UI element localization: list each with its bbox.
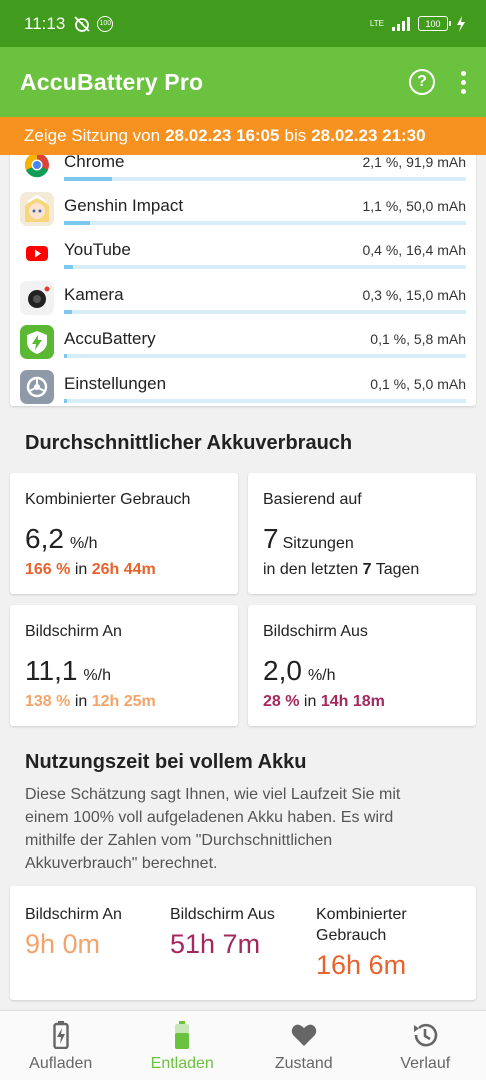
screen-on-card: Bildschirm An 11,1 %/h 138 % in 12h 25m	[10, 605, 238, 726]
combined-usage-card: Kombinierter Gebrauch 6,2 %/h 166 % in 26…	[10, 473, 238, 594]
usage-bar	[64, 177, 466, 181]
app-name: Genshin Impact	[64, 196, 184, 215]
network-type: LTE	[369, 18, 384, 28]
battery-discharging-icon	[174, 1021, 190, 1049]
full-screen-off-value: 51h 7m	[170, 929, 261, 959]
session-end: 28.02.23 21:30	[311, 126, 426, 145]
usage-bar-fill	[64, 399, 67, 403]
card-label: Bildschirm Aus	[263, 623, 368, 640]
screen-off-rate: 2,0 %/h	[263, 655, 336, 686]
app-value: 0,1 %, 5,0 mAh	[370, 376, 466, 392]
app-row[interactable]: AccuBattery 0,1 %, 5,8 mAh	[10, 317, 476, 361]
screen-off-detail: 28 % in 14h 18m	[263, 693, 385, 710]
app-value: 0,3 %, 15,0 mAh	[362, 287, 466, 303]
sessions-detail: in den letzten 7 Tagen	[263, 561, 420, 578]
nav-label: Entladen	[150, 1055, 214, 1072]
app-row[interactable]: YouTube 0,4 %, 16,4 mAh	[10, 228, 476, 272]
usage-bar-fill	[64, 310, 73, 314]
battery-status-icon: 100	[418, 16, 451, 31]
full-charge-description: Diese Schätzung sagt Ihnen, wie viel Lau…	[25, 786, 401, 872]
app-name: AccuBattery	[64, 329, 156, 348]
usage-bar	[64, 399, 466, 403]
screen-off-card: Bildschirm Aus 2,0 %/h 28 % in 14h 18m	[248, 605, 476, 726]
app-value: 2,1 %, 91,9 mAh	[362, 154, 466, 170]
app-value: 0,1 %, 5,8 mAh	[370, 331, 466, 347]
nav-zustand[interactable]: Zustand	[243, 1011, 365, 1080]
full-combined-value: 16h 6m	[316, 950, 407, 980]
app-row[interactable]: Genshin Impact 1,1 %, 50,0 mAh	[10, 184, 476, 228]
app-name: YouTube	[64, 240, 131, 259]
history-icon	[411, 1021, 439, 1049]
full-combined: Kombinierter Gebrauch 16h 6m	[316, 904, 466, 981]
battery-charging-icon	[53, 1021, 69, 1049]
app-row[interactable]: Einstellungen 0,1 %, 5,0 mAh	[10, 362, 476, 406]
usage-bar	[64, 354, 466, 358]
usage-bar-fill	[64, 354, 68, 358]
app-name: Einstellungen	[64, 374, 167, 393]
nav-verlauf[interactable]: Verlauf	[365, 1011, 486, 1080]
full-screen-on-value: 9h 0m	[25, 929, 101, 959]
screen-on-rate: 11,1 %/h	[25, 655, 111, 686]
full-charge-title: Nutzungszeit bei vollem Akku	[25, 751, 307, 773]
camera-icon	[20, 281, 54, 315]
usage-bar	[64, 310, 466, 314]
youtube-icon	[20, 236, 54, 270]
genshin-impact-icon	[20, 192, 54, 226]
combined-rate: 6,2 %/h	[25, 523, 98, 554]
avg-usage-title: Durchschnittlicher Akkuverbrauch	[25, 432, 353, 454]
screen-on-detail: 138 % in 12h 25m	[25, 693, 156, 710]
settings-icon	[20, 370, 54, 404]
usage-bar-fill	[64, 177, 113, 181]
card-label: Bildschirm An	[25, 623, 122, 640]
alarm-off-icon	[74, 15, 90, 32]
help-circle-icon[interactable]: ?	[409, 69, 435, 95]
usage-bar	[64, 221, 466, 225]
usage-bar-fill	[64, 221, 91, 225]
full-screen-on: Bildschirm An 9h 0m	[25, 904, 165, 960]
more-vert-icon[interactable]	[461, 70, 466, 94]
combined-detail: 166 % in 26h 44m	[25, 561, 156, 578]
nav-label: Aufladen	[29, 1055, 93, 1072]
status-bar: 11:13 100 LTE 100	[0, 0, 486, 47]
accubattery-icon	[20, 325, 54, 359]
heart-icon	[291, 1021, 317, 1049]
full-charge-card: Bildschirm An 9h 0m Bildschirm Aus 51h 7…	[10, 886, 476, 1000]
app-usage-card: Chrome 2,1 %, 91,9 mAh Genshin Impact 1,…	[10, 140, 476, 406]
nav-label: Zustand	[274, 1055, 333, 1072]
nav-aufladen[interactable]: Aufladen	[0, 1011, 122, 1080]
session-banner[interactable]: Zeige Sitzung von 28.02.23 16:05 bis 28.…	[0, 117, 486, 155]
app-bar: AccuBattery Pro ?	[0, 47, 486, 117]
nav-label: Verlauf	[400, 1055, 451, 1072]
based-on-card: Basierend auf 7 Sitzungen in den letzten …	[248, 473, 476, 594]
banner-prefix: Zeige Sitzung von	[24, 126, 161, 145]
app-row[interactable]: Kamera 0,3 %, 15,0 mAh	[10, 273, 476, 317]
app-value: 0,4 %, 16,4 mAh	[362, 242, 466, 258]
card-label: Basierend auf	[263, 491, 362, 508]
notification-badge-icon: 100	[97, 15, 114, 32]
bottom-navigation: Aufladen Entladen Zustand Verlauf	[0, 1010, 486, 1080]
full-screen-off: Bildschirm Aus 51h 7m	[170, 904, 310, 960]
app-name: Chrome	[64, 152, 125, 171]
app-value: 1,1 %, 50,0 mAh	[362, 198, 466, 214]
signal-icon	[392, 16, 410, 31]
sessions-count: 7 Sitzungen	[263, 523, 354, 554]
session-start: 28.02.23 16:05	[165, 126, 280, 145]
status-time: 11:13	[24, 13, 66, 33]
usage-bar-fill	[64, 265, 73, 269]
banner-middle: bis	[284, 126, 307, 145]
usage-bar	[64, 265, 466, 269]
charging-bolt-icon	[457, 15, 465, 32]
card-label: Kombinierter Gebrauch	[25, 491, 191, 508]
app-title: AccuBattery Pro	[20, 68, 204, 95]
nav-entladen[interactable]: Entladen	[122, 1011, 244, 1080]
app-name: Kamera	[64, 285, 124, 304]
